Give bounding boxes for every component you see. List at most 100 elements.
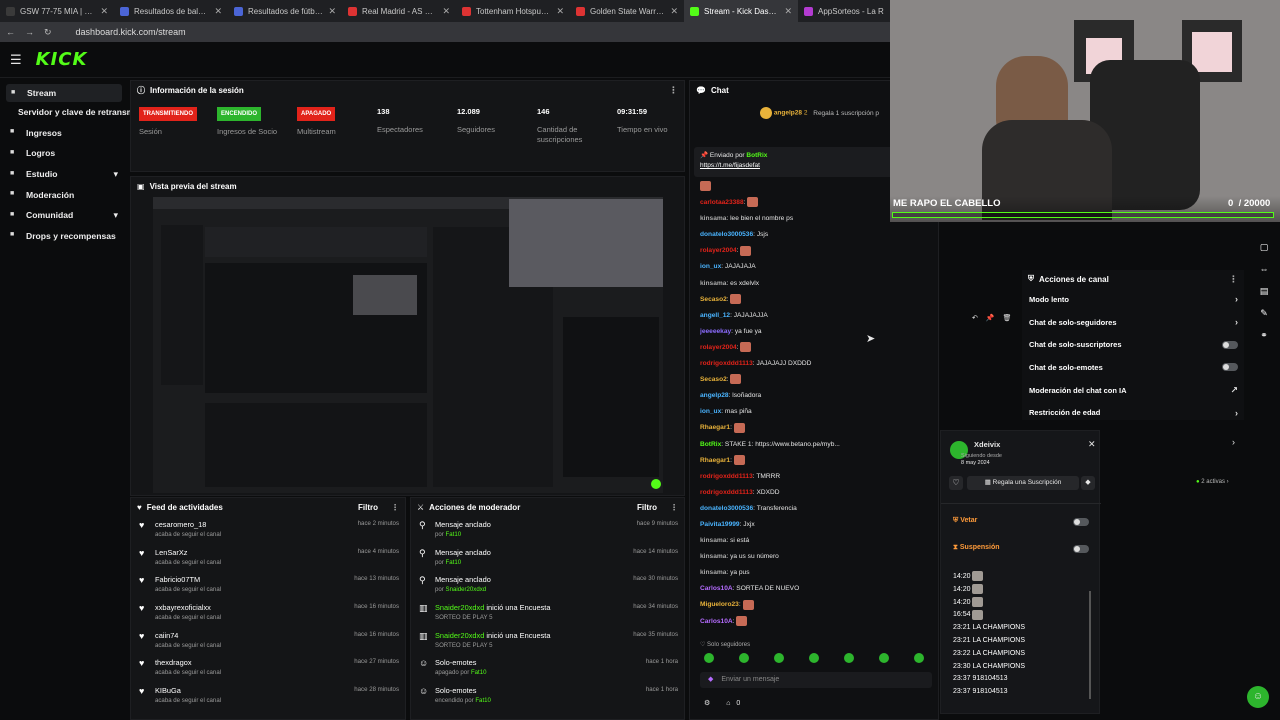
emote-icon[interactable] [879, 653, 889, 663]
moderator-name[interactable]: Snaider20xdxd [446, 586, 487, 593]
split-icon[interactable]: ⇔ [1254, 258, 1274, 280]
mod-filter-button[interactable]: Filtro [637, 503, 657, 512]
close-icon[interactable]: ✕ [100, 6, 108, 17]
moderator-name[interactable]: Snaider20xdxd [435, 603, 484, 612]
chat-username[interactable]: kinsama [700, 537, 726, 544]
chat-username[interactable]: angell_12 [700, 312, 730, 319]
close-icon[interactable]: ✕ [442, 6, 450, 17]
chat-username[interactable]: angelp28 [700, 392, 729, 399]
toggle[interactable] [1222, 363, 1238, 372]
follower-name[interactable]: Fabricio07TM [155, 575, 221, 584]
pinned-message[interactable]: 📌 Enviado por BotRix https://t.me/fijasd… [694, 147, 904, 177]
chat-username[interactable]: Paivita19999 [700, 521, 740, 528]
emote-icon[interactable] [739, 653, 749, 663]
chat-username[interactable]: rolayer2004 [700, 344, 737, 351]
browser-tab[interactable]: AppSorteos - La R✕ [798, 0, 890, 22]
channel-action[interactable]: Restricción de edad › [1022, 401, 1244, 424]
kebab-icon[interactable]: ⋮ [1229, 274, 1238, 285]
chevron-right-icon[interactable]: › [1235, 408, 1238, 418]
stream-preview[interactable] [153, 197, 663, 493]
chevron-right-icon[interactable]: › [1235, 294, 1238, 304]
chat-username[interactable]: Secaso2 [700, 296, 727, 303]
chat-username[interactable]: Rhaegar1 [700, 457, 730, 464]
chat-username[interactable]: kinsama [700, 215, 726, 222]
chevron-down-icon[interactable]: ▾ [113, 169, 118, 180]
follower-name[interactable]: thexdragox [155, 658, 221, 667]
help-fab[interactable]: ☺ [1247, 686, 1269, 708]
sidebar-item[interactable]: ■ Drops y recompensas [0, 226, 128, 247]
chat-message[interactable]: kinsama: es xdelvlx [700, 276, 936, 292]
user-name[interactable]: Xdeivix [974, 440, 1000, 449]
chat-input[interactable]: ◆ Enviar un mensaje [700, 672, 932, 688]
chat-message[interactable]: ion_ux: mas piña [700, 404, 936, 420]
follower-name[interactable]: cesaromero_18 [155, 520, 221, 529]
channel-action[interactable]: Chat de solo-emotes [1022, 356, 1244, 379]
layout-icon[interactable]: ▤ [1254, 280, 1274, 302]
toggle[interactable] [1222, 340, 1238, 349]
url-field[interactable]: dashboard.kick.com/stream [76, 27, 186, 37]
channel-action[interactable]: Modo lento › [1022, 288, 1244, 311]
chat-message[interactable]: angelp28: lsoñadora [700, 388, 936, 404]
chat-message[interactable]: ion_ux: JAJAJAJA [700, 259, 936, 275]
emote-icon[interactable] [774, 653, 784, 663]
chat-username[interactable]: rodrigoxddd1113 [700, 360, 753, 367]
chat-message[interactable]: Carlos10A: SORTEA DE NUEVO [700, 581, 936, 597]
moderator-name[interactable]: Fat10 [446, 531, 462, 538]
close-icon[interactable]: ✕ [784, 6, 792, 17]
active-count[interactable]: ● 2 activas › [1196, 479, 1229, 485]
ban-toggle[interactable] [1073, 518, 1089, 526]
link-icon[interactable]: ⚭ [1254, 324, 1274, 346]
feed-filter-button[interactable]: Filtro [358, 503, 378, 512]
kebab-icon[interactable]: ⋮ [391, 503, 399, 512]
chat-username[interactable]: Migueloro23 [700, 601, 739, 608]
close-icon[interactable]: ✕ [214, 6, 222, 17]
browser-tab[interactable]: Golden State Warriors - Miam ✕ [570, 0, 684, 22]
forward-icon[interactable]: → [25, 27, 34, 37]
chevron-right-icon[interactable]: › [1235, 317, 1238, 327]
chat-message[interactable]: Migueloro23: [700, 597, 936, 613]
sidebar-item[interactable]: ■ Ingresos [0, 123, 128, 144]
chat-username[interactable]: rodrigoxddd1113 [700, 473, 753, 480]
chat-username[interactable]: Carlos10A [700, 585, 733, 592]
emote-icon[interactable] [914, 653, 924, 663]
moderator-name[interactable]: Snaider20xdxd [435, 631, 484, 640]
chat-message[interactable]: rodrigoxddd1113: XDXDD [700, 485, 936, 501]
reply-icon[interactable]: ↶ [972, 314, 978, 322]
chat-username[interactable]: kinsama [700, 553, 726, 560]
chat-message[interactable]: kinsama: ya us su número [700, 549, 936, 565]
chat-message[interactable]: donatelo3000536: Jsjs [700, 227, 936, 243]
gift-sub-button[interactable]: ▦ Regala una Suscripción [967, 476, 1079, 490]
back-icon[interactable]: ← [6, 27, 15, 37]
pinned-link[interactable]: https://t.me/fijasdefat [700, 162, 898, 169]
sidebar-item[interactable]: ■ Comunidad ▾ [0, 205, 128, 226]
chat-message[interactable]: Secaso2: [700, 292, 936, 308]
users-icon[interactable]: ⌂ [726, 700, 730, 707]
chat-message[interactable]: Carlos10A: [700, 614, 936, 630]
scrollbar[interactable] [1089, 591, 1091, 699]
follower-name[interactable]: caiin74 [155, 631, 221, 640]
moderator-name[interactable]: Fat10 [475, 697, 491, 704]
gift-note[interactable]: Regala 1 suscripción p [813, 110, 879, 117]
sidebar-item[interactable]: ■ Estudio ▾ [0, 164, 128, 185]
kebab-icon[interactable]: ⋮ [670, 503, 678, 512]
chat-message[interactable]: rodrigoxddd1113: TMRRR [700, 469, 936, 485]
follower-name[interactable]: xxbayrexoficialxx [155, 603, 221, 612]
chat-message[interactable]: kinsama: si está [700, 533, 936, 549]
follower-name[interactable]: LenSarXz [155, 548, 221, 557]
emote-icon[interactable] [844, 653, 854, 663]
chevron-right-icon[interactable]: › [1232, 437, 1235, 447]
chat-message[interactable]: jeeeeekay: ya fue ya [700, 324, 936, 340]
emote-icon[interactable] [704, 653, 714, 663]
chat-username[interactable]: jeeeeekay [700, 328, 731, 335]
chat-username[interactable]: ion_ux [700, 263, 721, 270]
favorite-button[interactable]: ♡ [949, 476, 963, 490]
kebab-icon[interactable]: ⋮ [669, 85, 678, 96]
channel-action[interactable]: Chat de solo-suscriptores [1022, 333, 1244, 356]
browser-tab[interactable]: Tottenham Hotspur - Borussi ✕ [456, 0, 570, 22]
chat-message[interactable]: Paivita19999: Jxjx [700, 517, 936, 533]
channel-action[interactable]: Chat de solo-seguidores › [1022, 311, 1244, 334]
chat-message[interactable]: angell_12: JAJAJAJJA [700, 308, 936, 324]
emote-picker-icon[interactable]: ◆ [708, 676, 713, 683]
chat-username[interactable]: donatelo3000536 [700, 231, 753, 238]
chat-username[interactable]: rodrigoxddd1113 [700, 489, 753, 496]
